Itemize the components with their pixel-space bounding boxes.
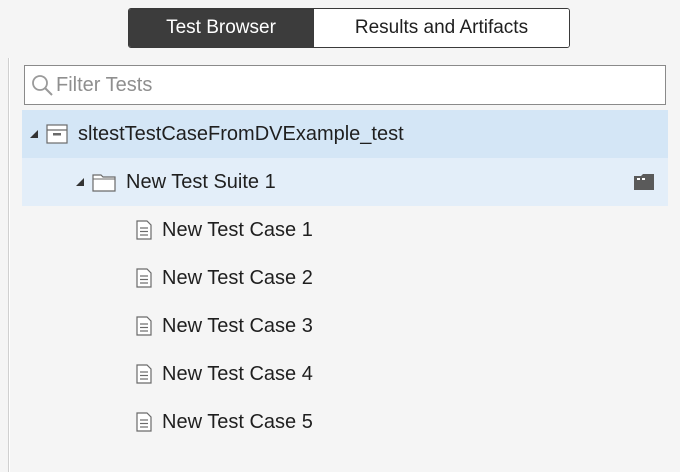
- tree-row-test-case[interactable]: New Test Case 4: [22, 350, 668, 398]
- test-case-icon: [136, 220, 152, 240]
- expand-arrow-icon[interactable]: [74, 176, 86, 188]
- test-file-label: sltestTestCaseFromDVExample_test: [78, 122, 404, 145]
- tree-row-test-file[interactable]: sltestTestCaseFromDVExample_test: [22, 110, 668, 158]
- tab-strip: Test Browser Results and Artifacts: [128, 8, 570, 48]
- test-manager-panel: Test Browser Results and Artifacts sltes…: [0, 0, 680, 472]
- tree-row-test-case[interactable]: New Test Case 1: [22, 206, 668, 254]
- tree-row-test-suite[interactable]: New Test Suite 1: [22, 158, 668, 206]
- test-case-label: New Test Case 1: [162, 218, 313, 241]
- test-tree: sltestTestCaseFromDVExample_test New Tes…: [22, 110, 668, 446]
- folder-icon: [92, 174, 116, 192]
- test-case-label: New Test Case 3: [162, 314, 313, 337]
- filter-field[interactable]: [24, 65, 666, 105]
- tree-row-test-case[interactable]: New Test Case 3: [22, 302, 668, 350]
- filter-tests-input[interactable]: [56, 70, 636, 100]
- test-case-icon: [136, 364, 152, 384]
- test-suite-label: New Test Suite 1: [126, 170, 276, 193]
- test-case-icon: [136, 412, 152, 432]
- tab-test-browser[interactable]: Test Browser: [129, 9, 313, 47]
- search-icon: [32, 75, 53, 96]
- tree-row-test-case[interactable]: New Test Case 5: [22, 398, 668, 446]
- test-case-icon: [136, 316, 152, 336]
- tab-results-and-artifacts[interactable]: Results and Artifacts: [313, 9, 569, 47]
- test-case-label: New Test Case 5: [162, 410, 313, 433]
- test-file-icon: [46, 124, 68, 144]
- test-case-label: New Test Case 2: [162, 266, 313, 289]
- tree-row-test-case[interactable]: New Test Case 2: [22, 254, 668, 302]
- test-case-label: New Test Case 4: [162, 362, 313, 385]
- expand-arrow-icon[interactable]: [28, 128, 40, 140]
- test-case-icon: [136, 268, 152, 288]
- panel-left-border: [8, 58, 10, 472]
- suite-folder-marker-icon: [634, 174, 654, 190]
